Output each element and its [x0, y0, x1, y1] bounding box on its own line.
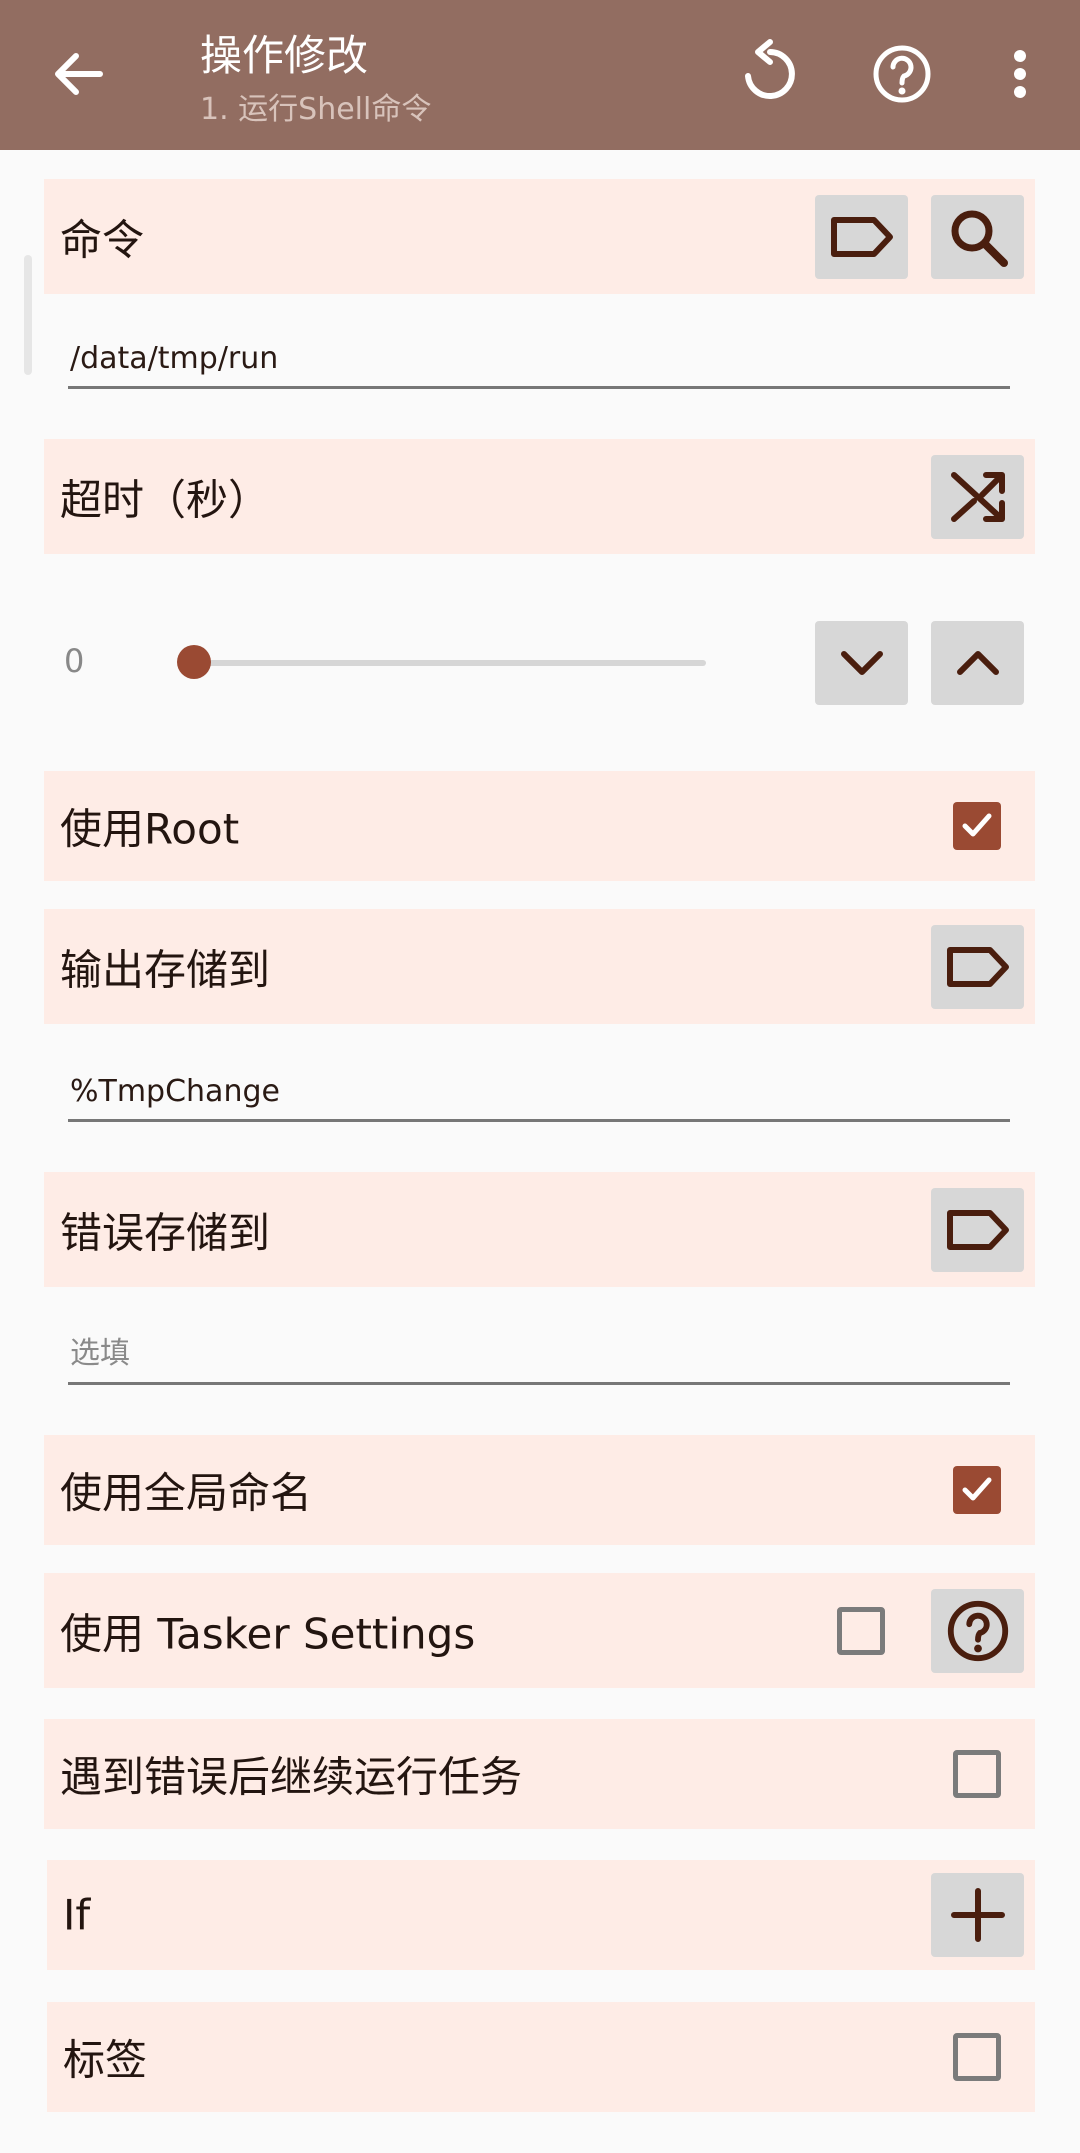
if-row: If: [47, 1860, 1035, 1970]
command-row: 命令: [44, 179, 1035, 294]
random-button[interactable]: [931, 454, 1024, 539]
timeout-slider-thumb[interactable]: [177, 645, 211, 679]
page-subtitle: 1. 运行Shell命令: [200, 92, 432, 127]
search-button[interactable]: [931, 194, 1024, 279]
tasker-settings-help-button[interactable]: [931, 1588, 1024, 1673]
use-root-checkbox[interactable]: [953, 802, 1001, 850]
increment-button[interactable]: [931, 620, 1024, 705]
tag-label: 标签: [63, 2035, 148, 2085]
output-store-row: 输出存储到: [44, 909, 1035, 1024]
back-arrow-icon[interactable]: [46, 42, 110, 106]
tasker-settings-row[interactable]: 使用 Tasker Settings: [44, 1573, 1035, 1688]
continue-on-error-row[interactable]: 遇到错误后继续运行任务: [44, 1719, 1035, 1829]
use-root-label: 使用Root: [60, 804, 240, 854]
use-root-row[interactable]: 使用Root: [44, 771, 1035, 881]
command-input[interactable]: /data/tmp/run: [68, 326, 1010, 389]
timeout-slider-row: 0: [44, 600, 1035, 725]
help-icon: [947, 1600, 1008, 1661]
tag-icon: [946, 946, 1009, 987]
check-icon: [962, 1477, 992, 1501]
chevron-down-icon: [840, 650, 883, 675]
chevron-up-icon: [956, 650, 999, 675]
timeout-slider-track[interactable]: [194, 660, 706, 666]
if-label: If: [63, 1890, 91, 1940]
label-checkbox[interactable]: [953, 2033, 1001, 2081]
use-global-checkbox[interactable]: [953, 1466, 1001, 1514]
output-tag-button[interactable]: [931, 924, 1024, 1009]
tag-icon: [830, 216, 893, 257]
tag-icon: [946, 1209, 1009, 1250]
plus-icon: [950, 1888, 1005, 1942]
help-icon[interactable]: [866, 38, 938, 110]
continue-on-error-label: 遇到错误后继续运行任务: [60, 1752, 523, 1802]
timeout-value: 0: [64, 642, 85, 680]
tasker-settings-checkbox[interactable]: [837, 1606, 885, 1655]
add-condition-button[interactable]: [931, 1873, 1024, 1957]
search-icon: [951, 210, 1008, 267]
app-bar: 操作修改 1. 运行Shell命令: [0, 0, 1080, 150]
shuffle-icon: [950, 471, 1005, 522]
label-row[interactable]: 标签: [47, 2002, 1035, 2112]
timeout-label: 超时（秒）: [60, 475, 271, 524]
use-global-label: 使用全局命名: [60, 1468, 313, 1518]
decrement-button[interactable]: [815, 620, 908, 705]
more-vert-icon[interactable]: [984, 38, 1036, 110]
command-label: 命令: [60, 215, 145, 264]
use-global-row[interactable]: 使用全局命名: [44, 1435, 1035, 1545]
page-title: 操作修改: [200, 31, 369, 80]
output-store-input[interactable]: %TmpChange: [68, 1059, 1010, 1122]
tasker-settings-label: 使用 Tasker Settings: [60, 1609, 476, 1658]
output-store-label: 输出存储到: [60, 945, 271, 994]
revert-icon[interactable]: [734, 38, 806, 110]
error-tag-button[interactable]: [931, 1187, 1024, 1272]
scroll-indicator[interactable]: [24, 255, 32, 375]
timeout-row: 超时（秒）: [44, 439, 1035, 554]
error-store-input[interactable]: 选填: [68, 1322, 1010, 1385]
check-icon: [962, 813, 992, 837]
error-store-row: 错误存储到: [44, 1172, 1035, 1287]
continue-on-error-checkbox[interactable]: [953, 1750, 1001, 1798]
tag-button[interactable]: [815, 194, 908, 279]
error-store-label: 错误存储到: [60, 1208, 271, 1257]
